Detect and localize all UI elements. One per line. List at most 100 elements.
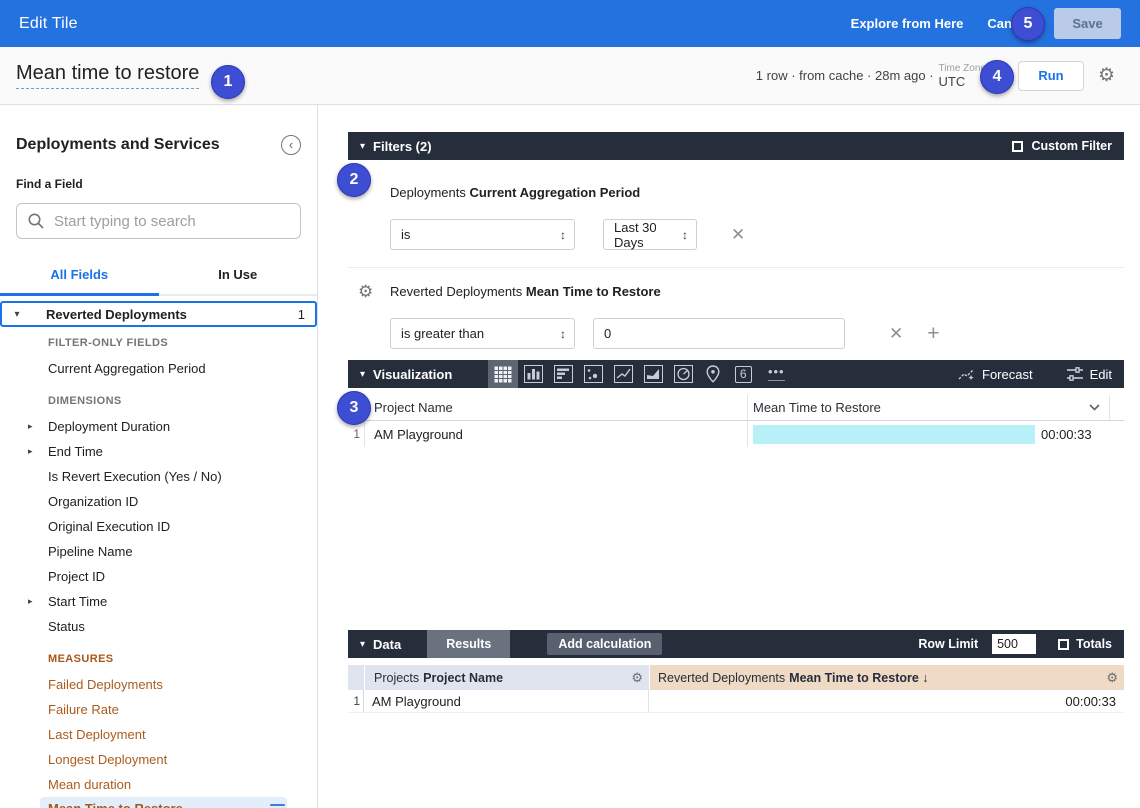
totals-checkbox[interactable] [1058, 639, 1069, 650]
measure-mean-duration[interactable]: Mean duration [0, 772, 317, 797]
more-viz-types-icon[interactable]: ••• [758, 360, 794, 388]
add-calculation-button[interactable]: Add calculation [547, 633, 662, 655]
field-deployment-duration[interactable]: ▸Deployment Duration [0, 414, 317, 439]
forecast-button[interactable]: Forecast [958, 367, 1033, 382]
viz-table-header: Project Name Mean Time to Restore [348, 395, 1124, 421]
chevron-right-icon[interactable]: ▸ [28, 414, 33, 439]
search-icon [27, 212, 45, 230]
save-button[interactable]: Save [1054, 8, 1121, 39]
filter-1-value-select[interactable]: Last 30 Days ↕ [603, 219, 697, 250]
column-gear-icon[interactable]: ⚙ [1106, 670, 1118, 686]
area-chart-icon[interactable] [638, 360, 668, 388]
edit-sliders-icon [1067, 367, 1083, 381]
measure-failed-deployments[interactable]: Failed Deployments [0, 672, 317, 697]
view-reverted-deployments[interactable]: ▾ Reverted Deployments 1 [0, 301, 317, 327]
remove-filter-icon[interactable]: ✕ [731, 225, 745, 245]
remove-filter-icon[interactable]: ✕ [889, 324, 903, 344]
field-list: FILTER-ONLY FIELDS Current Aggregation P… [0, 331, 317, 808]
measure-mean-time-to-restore[interactable]: Mean Time to Restore [40, 797, 287, 808]
field-picker-sidebar: Deployments and Services ‹ Find a Field … [0, 105, 318, 808]
tab-in-use[interactable]: In Use [159, 267, 318, 294]
timezone-block: Time Zone UTC [939, 63, 986, 89]
field-pipeline-name[interactable]: Pipeline Name [0, 539, 317, 564]
filter-1-operator-select[interactable]: is ↕ [390, 219, 575, 250]
collapse-data-icon[interactable]: ▾ [360, 639, 365, 650]
explore-from-here-link[interactable]: Explore from Here [851, 16, 964, 31]
filter-gear-icon[interactable]: ⚙ [358, 282, 373, 301]
viz-cell-measure: 00:00:33 [748, 421, 1124, 447]
annotation-badge-2: 2 [337, 163, 371, 197]
filter-2-operator-select[interactable]: is greater than ↕ [390, 318, 575, 349]
data-header-title: Data [373, 637, 401, 652]
chevron-right-icon[interactable]: ▸ [28, 589, 33, 614]
row-limit-input[interactable] [992, 634, 1036, 654]
data-col-project-name[interactable]: ProjectsProject Name ⚙ [365, 665, 649, 690]
totals-label: Totals [1076, 637, 1112, 651]
filters-header-bar: ▾ Filters (2) Custom Filter [348, 132, 1124, 160]
explore-title: Deployments and Services [16, 136, 220, 154]
collapse-sidebar-icon[interactable]: ‹ [281, 135, 301, 155]
measure-failure-rate[interactable]: Failure Rate [0, 697, 317, 722]
settings-gear-icon[interactable]: ⚙ [1098, 66, 1115, 85]
edit-viz-button[interactable]: Edit [1067, 367, 1112, 382]
field-is-revert-execution[interactable]: Is Revert Execution (Yes / No) [0, 464, 317, 489]
field-current-aggregation-period[interactable]: Current Aggregation Period [0, 356, 317, 381]
table-chart-icon[interactable] [488, 360, 518, 388]
field-end-time[interactable]: ▸End Time [0, 439, 317, 464]
add-filter-icon[interactable]: + [927, 322, 939, 346]
field-project-id[interactable]: Project ID [0, 564, 317, 589]
viz-table-row[interactable]: 1 AM Playground 00:00:33 [348, 421, 1124, 447]
row-limit-label: Row Limit [918, 637, 978, 651]
single-value-icon[interactable]: 6 [728, 360, 758, 388]
column-chart-icon[interactable] [518, 360, 548, 388]
viz-row-number: 1 [348, 421, 365, 447]
filter-icon[interactable] [269, 802, 287, 808]
data-header-bar: ▾ Data Results Add calculation Row Limit… [348, 630, 1124, 658]
data-table-row[interactable]: 1 AM Playground 00:00:33 [348, 690, 1124, 713]
topbar: Edit Tile Explore from Here Cancel Save [0, 0, 1140, 47]
select-arrows-icon: ↕ [560, 228, 566, 242]
visualization-panel: ▾ Visualization [348, 360, 1124, 630]
map-chart-icon[interactable] [698, 360, 728, 388]
bar-chart-icon[interactable] [548, 360, 578, 388]
column-gear-icon[interactable]: ⚙ [631, 670, 643, 686]
data-col-mean-time-to-restore[interactable]: Reverted DeploymentsMean Time to Restore… [650, 665, 1124, 690]
viz-col-mean-time-to-restore[interactable]: Mean Time to Restore [748, 395, 1080, 420]
custom-filter-checkbox[interactable] [1012, 141, 1023, 152]
search-input[interactable] [54, 213, 290, 230]
viz-type-toolbar: 6 ••• [488, 360, 794, 388]
field-start-time[interactable]: ▸Start Time [0, 589, 317, 614]
fields-in-use-count: 1 [298, 307, 305, 322]
line-chart-icon[interactable] [608, 360, 638, 388]
run-button[interactable]: Run [1018, 61, 1084, 91]
measure-longest-deployment[interactable]: Longest Deployment [0, 747, 317, 772]
page-title[interactable]: Mean time to restore [16, 62, 199, 89]
annotation-badge-1: 1 [211, 65, 245, 99]
filter-2-field-label: Reverted Deployments Mean Time to Restor… [348, 284, 661, 299]
field-organization-id[interactable]: Organization ID [0, 489, 317, 514]
chevron-right-icon[interactable]: ▸ [28, 439, 33, 464]
chevron-down-icon[interactable]: ▾ [2, 309, 32, 320]
custom-filter-label: Custom Filter [1031, 139, 1112, 153]
data-row-number: 1 [348, 690, 364, 712]
field-original-execution-id[interactable]: Original Execution ID [0, 514, 317, 539]
viz-col-project-name[interactable]: Project Name [365, 395, 748, 420]
collapse-visualization-icon[interactable]: ▾ [360, 369, 365, 380]
visualization-header-title: Visualization [373, 367, 452, 382]
data-rownum-header [348, 665, 364, 690]
pie-chart-icon[interactable] [668, 360, 698, 388]
filter-2-value-input[interactable] [593, 318, 845, 349]
collapse-filters-icon[interactable]: ▾ [360, 141, 365, 152]
section-measures: MEASURES [0, 647, 317, 672]
viz-column-menu-icon[interactable] [1080, 395, 1110, 420]
annotation-badge-4: 4 [980, 60, 1014, 94]
field-status[interactable]: Status [0, 614, 317, 639]
scatter-chart-icon[interactable] [578, 360, 608, 388]
filter-divider [348, 267, 1124, 268]
measure-last-deployment[interactable]: Last Deployment [0, 722, 317, 747]
results-tab[interactable]: Results [427, 630, 510, 658]
filters-header-title: Filters (2) [373, 139, 432, 154]
tab-all-fields[interactable]: All Fields [0, 267, 159, 296]
section-dimensions: DIMENSIONS [0, 389, 317, 414]
field-search-box[interactable] [16, 203, 301, 239]
